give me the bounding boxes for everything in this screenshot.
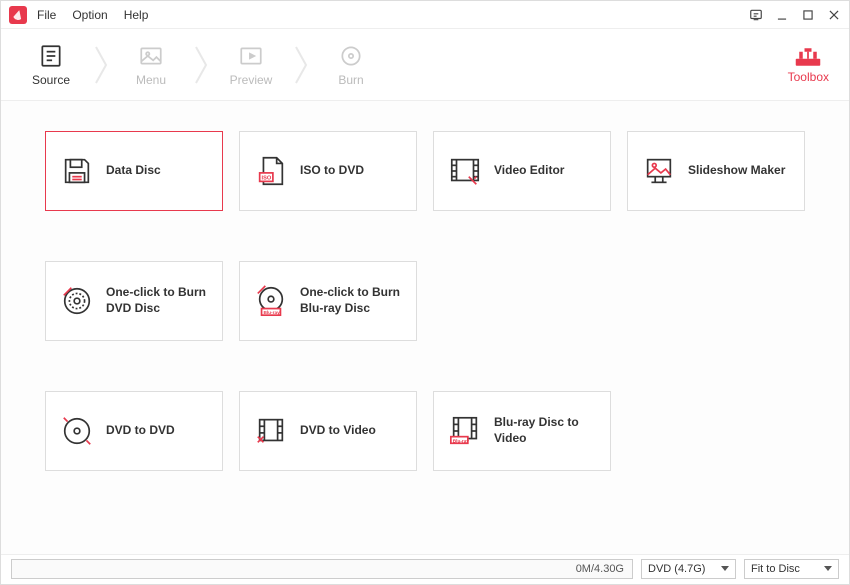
tool-iso-to-dvd[interactable]: ISO ISO to DVD (239, 131, 417, 211)
svg-text:Blu-ray: Blu-ray (263, 310, 280, 316)
play-icon (238, 43, 264, 69)
floppy-icon (60, 154, 94, 188)
titlebar: File Option Help (1, 1, 849, 29)
step-burn-label: Burn (338, 73, 363, 87)
svg-text:ISO: ISO (262, 176, 272, 182)
menu-help[interactable]: Help (124, 8, 149, 22)
tool-data-disc[interactable]: Data Disc (45, 131, 223, 211)
tool-row-1: Data Disc ISO ISO to DVD Video Editor Sl… (45, 131, 805, 211)
main-menu: File Option Help (37, 8, 148, 22)
menu-file[interactable]: File (37, 8, 56, 22)
chevron-down-icon (824, 566, 832, 571)
chevron-icon (291, 35, 311, 95)
menu-option[interactable]: Option (72, 8, 107, 22)
app-window: File Option Help Source Menu Preview (0, 0, 850, 585)
app-logo-icon (9, 6, 27, 24)
bluray-video-icon: Blu-ray (448, 414, 482, 448)
tool-oneclick-dvd[interactable]: One-click to Burn DVD Disc (45, 261, 223, 341)
status-bar: 0M/4.30G DVD (4.7G) Fit to Disc (1, 554, 849, 584)
toolbox-label: Toolbox (788, 70, 829, 84)
step-menu[interactable]: Menu (111, 35, 191, 95)
tool-label: One-click to Burn Blu-ray Disc (300, 285, 402, 316)
tool-label: DVD to Video (300, 423, 376, 439)
maximize-icon[interactable] (801, 8, 815, 22)
tool-label: One-click to Burn DVD Disc (106, 285, 208, 316)
tool-dvd-to-dvd[interactable]: DVD to DVD (45, 391, 223, 471)
step-preview-label: Preview (230, 73, 273, 87)
feedback-icon[interactable] (749, 8, 763, 22)
disc-copy-icon (60, 414, 94, 448)
toolbox-button[interactable]: Toolbox (788, 46, 829, 84)
chevron-icon (191, 35, 211, 95)
tool-label: Video Editor (494, 163, 564, 179)
tool-bluray-to-video[interactable]: Blu-ray Blu-ray Disc to Video (433, 391, 611, 471)
tool-label: Data Disc (106, 163, 161, 179)
tool-row-2: One-click to Burn DVD Disc Blu-ray One-c… (45, 261, 805, 341)
tool-label: Blu-ray Disc to Video (494, 415, 596, 446)
toolbox-icon (794, 46, 822, 68)
fit-value: Fit to Disc (751, 563, 800, 575)
step-menu-label: Menu (136, 73, 166, 87)
step-source-label: Source (32, 73, 70, 87)
step-burn[interactable]: Burn (311, 35, 391, 95)
step-nav: Source Menu Preview Burn Toolbox (1, 29, 849, 101)
disc-type-value: DVD (4.7G) (648, 563, 705, 575)
video-editor-icon (448, 154, 482, 188)
chevron-down-icon (721, 566, 729, 571)
main-panel: Data Disc ISO ISO to DVD Video Editor Sl… (1, 101, 849, 554)
tool-video-editor[interactable]: Video Editor (433, 131, 611, 211)
dvd-video-icon (254, 414, 288, 448)
image-icon (138, 43, 164, 69)
chevron-icon (91, 35, 111, 95)
bluray-burn-icon: Blu-ray (254, 284, 288, 318)
tool-label: DVD to DVD (106, 423, 175, 439)
disc-icon (338, 43, 364, 69)
close-icon[interactable] (827, 8, 841, 22)
disc-type-select[interactable]: DVD (4.7G) (641, 559, 736, 579)
capacity-text: 0M/4.30G (576, 563, 624, 575)
svg-text:Blu-ray: Blu-ray (453, 438, 470, 444)
tool-row-3: DVD to DVD DVD to Video Blu-ray Blu-ray … (45, 391, 805, 471)
step-preview[interactable]: Preview (211, 35, 291, 95)
iso-file-icon: ISO (254, 154, 288, 188)
window-controls (749, 8, 841, 22)
tool-label: Slideshow Maker (688, 163, 785, 179)
document-icon (38, 43, 64, 69)
tool-oneclick-bluray[interactable]: Blu-ray One-click to Burn Blu-ray Disc (239, 261, 417, 341)
disc-burn-icon (60, 284, 94, 318)
fit-select[interactable]: Fit to Disc (744, 559, 839, 579)
tool-dvd-to-video[interactable]: DVD to Video (239, 391, 417, 471)
step-source[interactable]: Source (11, 35, 91, 95)
tool-label: ISO to DVD (300, 163, 364, 179)
slideshow-icon (642, 154, 676, 188)
minimize-icon[interactable] (775, 8, 789, 22)
tool-slideshow-maker[interactable]: Slideshow Maker (627, 131, 805, 211)
capacity-bar: 0M/4.30G (11, 559, 633, 579)
